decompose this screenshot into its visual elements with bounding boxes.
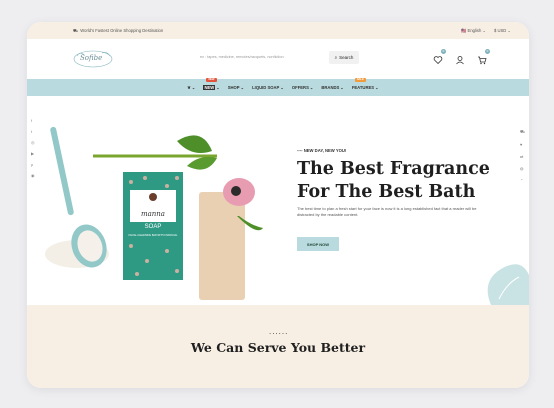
header: Sofibe ex : tapes, medicine, remotes/rac… bbox=[27, 39, 529, 79]
nav-brands[interactable]: BRANDS ⌄ bbox=[321, 85, 343, 90]
section-dots: ...... bbox=[269, 327, 289, 336]
nav-home[interactable]: ❦ ⌄ bbox=[187, 85, 195, 90]
hero-description: The best time to plan a fresh start for … bbox=[297, 206, 477, 217]
pinterest-icon[interactable]: p bbox=[31, 162, 35, 167]
cart-count: 0 bbox=[485, 49, 490, 54]
search-button[interactable]: ⌕ Search bbox=[329, 50, 359, 64]
decorative-leaf-blob-icon bbox=[487, 264, 529, 305]
nav-offers[interactable]: OFFERS ⌄ bbox=[292, 85, 314, 90]
search-bar: ex : tapes, medicine, remotes/racquets, … bbox=[197, 50, 359, 64]
quick-scroll-icon[interactable]: ⌃ bbox=[520, 178, 525, 183]
main-nav: ❦ ⌄ NEW NEW ⌄ SHOP ⌄ LIQUID SOAP ⌄ OFFERS ⌄ BR… bbox=[27, 78, 529, 96]
cart-button[interactable]: 0 bbox=[477, 49, 490, 65]
website-frame: ⛟ World's Fastest Online Shopping Destin… bbox=[27, 22, 529, 388]
nav-new-tag: NEW bbox=[206, 78, 217, 82]
truck-icon: ⛟ bbox=[73, 27, 79, 33]
cart-icon bbox=[478, 56, 487, 65]
quick-wishlist-icon[interactable]: ♥ bbox=[520, 142, 525, 147]
hero-product-image: manna SOAP FACIAL CLEANSING BAR WITH CHA… bbox=[45, 126, 263, 300]
account-button[interactable] bbox=[455, 52, 465, 65]
soap-brand-text: manna bbox=[141, 210, 165, 218]
services-section: ...... We Can Serve You Better bbox=[27, 305, 529, 388]
search-input[interactable]: ex : tapes, medicine, remotes/racquets, … bbox=[197, 55, 329, 59]
user-icon bbox=[456, 56, 464, 65]
facebook-icon[interactable]: f bbox=[31, 118, 35, 123]
hero-subtitle: ---- NEW DAY, NEW YOU! bbox=[297, 148, 347, 153]
top-bar: ⛟ World's Fastest Online Shopping Destin… bbox=[27, 22, 529, 39]
social-links: f t ◎ ▶ p ◉ bbox=[31, 118, 35, 178]
search-icon: ⌕ bbox=[334, 54, 338, 60]
product-quick-actions: ⛟ ♥ ⇄ ◍ ⌃ bbox=[520, 129, 525, 183]
leaf-icon: ❦ bbox=[187, 85, 191, 90]
site-logo[interactable]: Sofibe bbox=[72, 48, 114, 70]
currency-selector[interactable]: $ USD ⌄ bbox=[494, 28, 511, 34]
wishlist-button[interactable]: 0 bbox=[433, 49, 446, 65]
nav-liquid-soap[interactable]: LIQUID SOAP ⌄ bbox=[252, 85, 284, 90]
quick-cart-icon[interactable]: ⛟ bbox=[520, 129, 525, 135]
twitter-icon[interactable]: t bbox=[31, 129, 35, 134]
nav-new[interactable]: NEW NEW ⌄ bbox=[203, 78, 220, 90]
nav-sale-tag: SALE bbox=[354, 78, 366, 82]
hero-title: The Best Fragrance For The Best Bath bbox=[297, 159, 490, 202]
nav-shop[interactable]: SHOP ⌄ bbox=[228, 85, 244, 90]
shop-now-button[interactable]: SHOP NOW bbox=[297, 237, 339, 251]
youtube-icon[interactable]: ▶ bbox=[31, 151, 35, 156]
language-selector[interactable]: 🇺🇸 English ⌄ bbox=[461, 28, 486, 34]
nav-features[interactable]: SALE FEATURES ⌄ bbox=[352, 78, 379, 90]
services-title: We Can Serve You Better bbox=[190, 340, 366, 355]
rss-icon[interactable]: ◉ bbox=[31, 173, 35, 178]
heart-icon bbox=[433, 56, 443, 65]
header-icons: 0 0 bbox=[433, 49, 490, 65]
soap-label-text: SOAP bbox=[145, 224, 162, 230]
quick-user-icon[interactable]: ◍ bbox=[520, 166, 525, 171]
quick-compare-icon[interactable]: ⇄ bbox=[520, 154, 525, 159]
wishlist-count: 0 bbox=[441, 49, 446, 54]
tagline: World's Fastest Online Shopping Destinat… bbox=[80, 28, 164, 33]
nav-new-label: NEW bbox=[203, 85, 216, 90]
instagram-icon[interactable]: ◎ bbox=[31, 140, 35, 145]
logo-text: Sofibe bbox=[80, 54, 103, 62]
soap-sub-text: FACIAL CLEANSING BAR WITH CHARCOAL bbox=[129, 234, 179, 237]
